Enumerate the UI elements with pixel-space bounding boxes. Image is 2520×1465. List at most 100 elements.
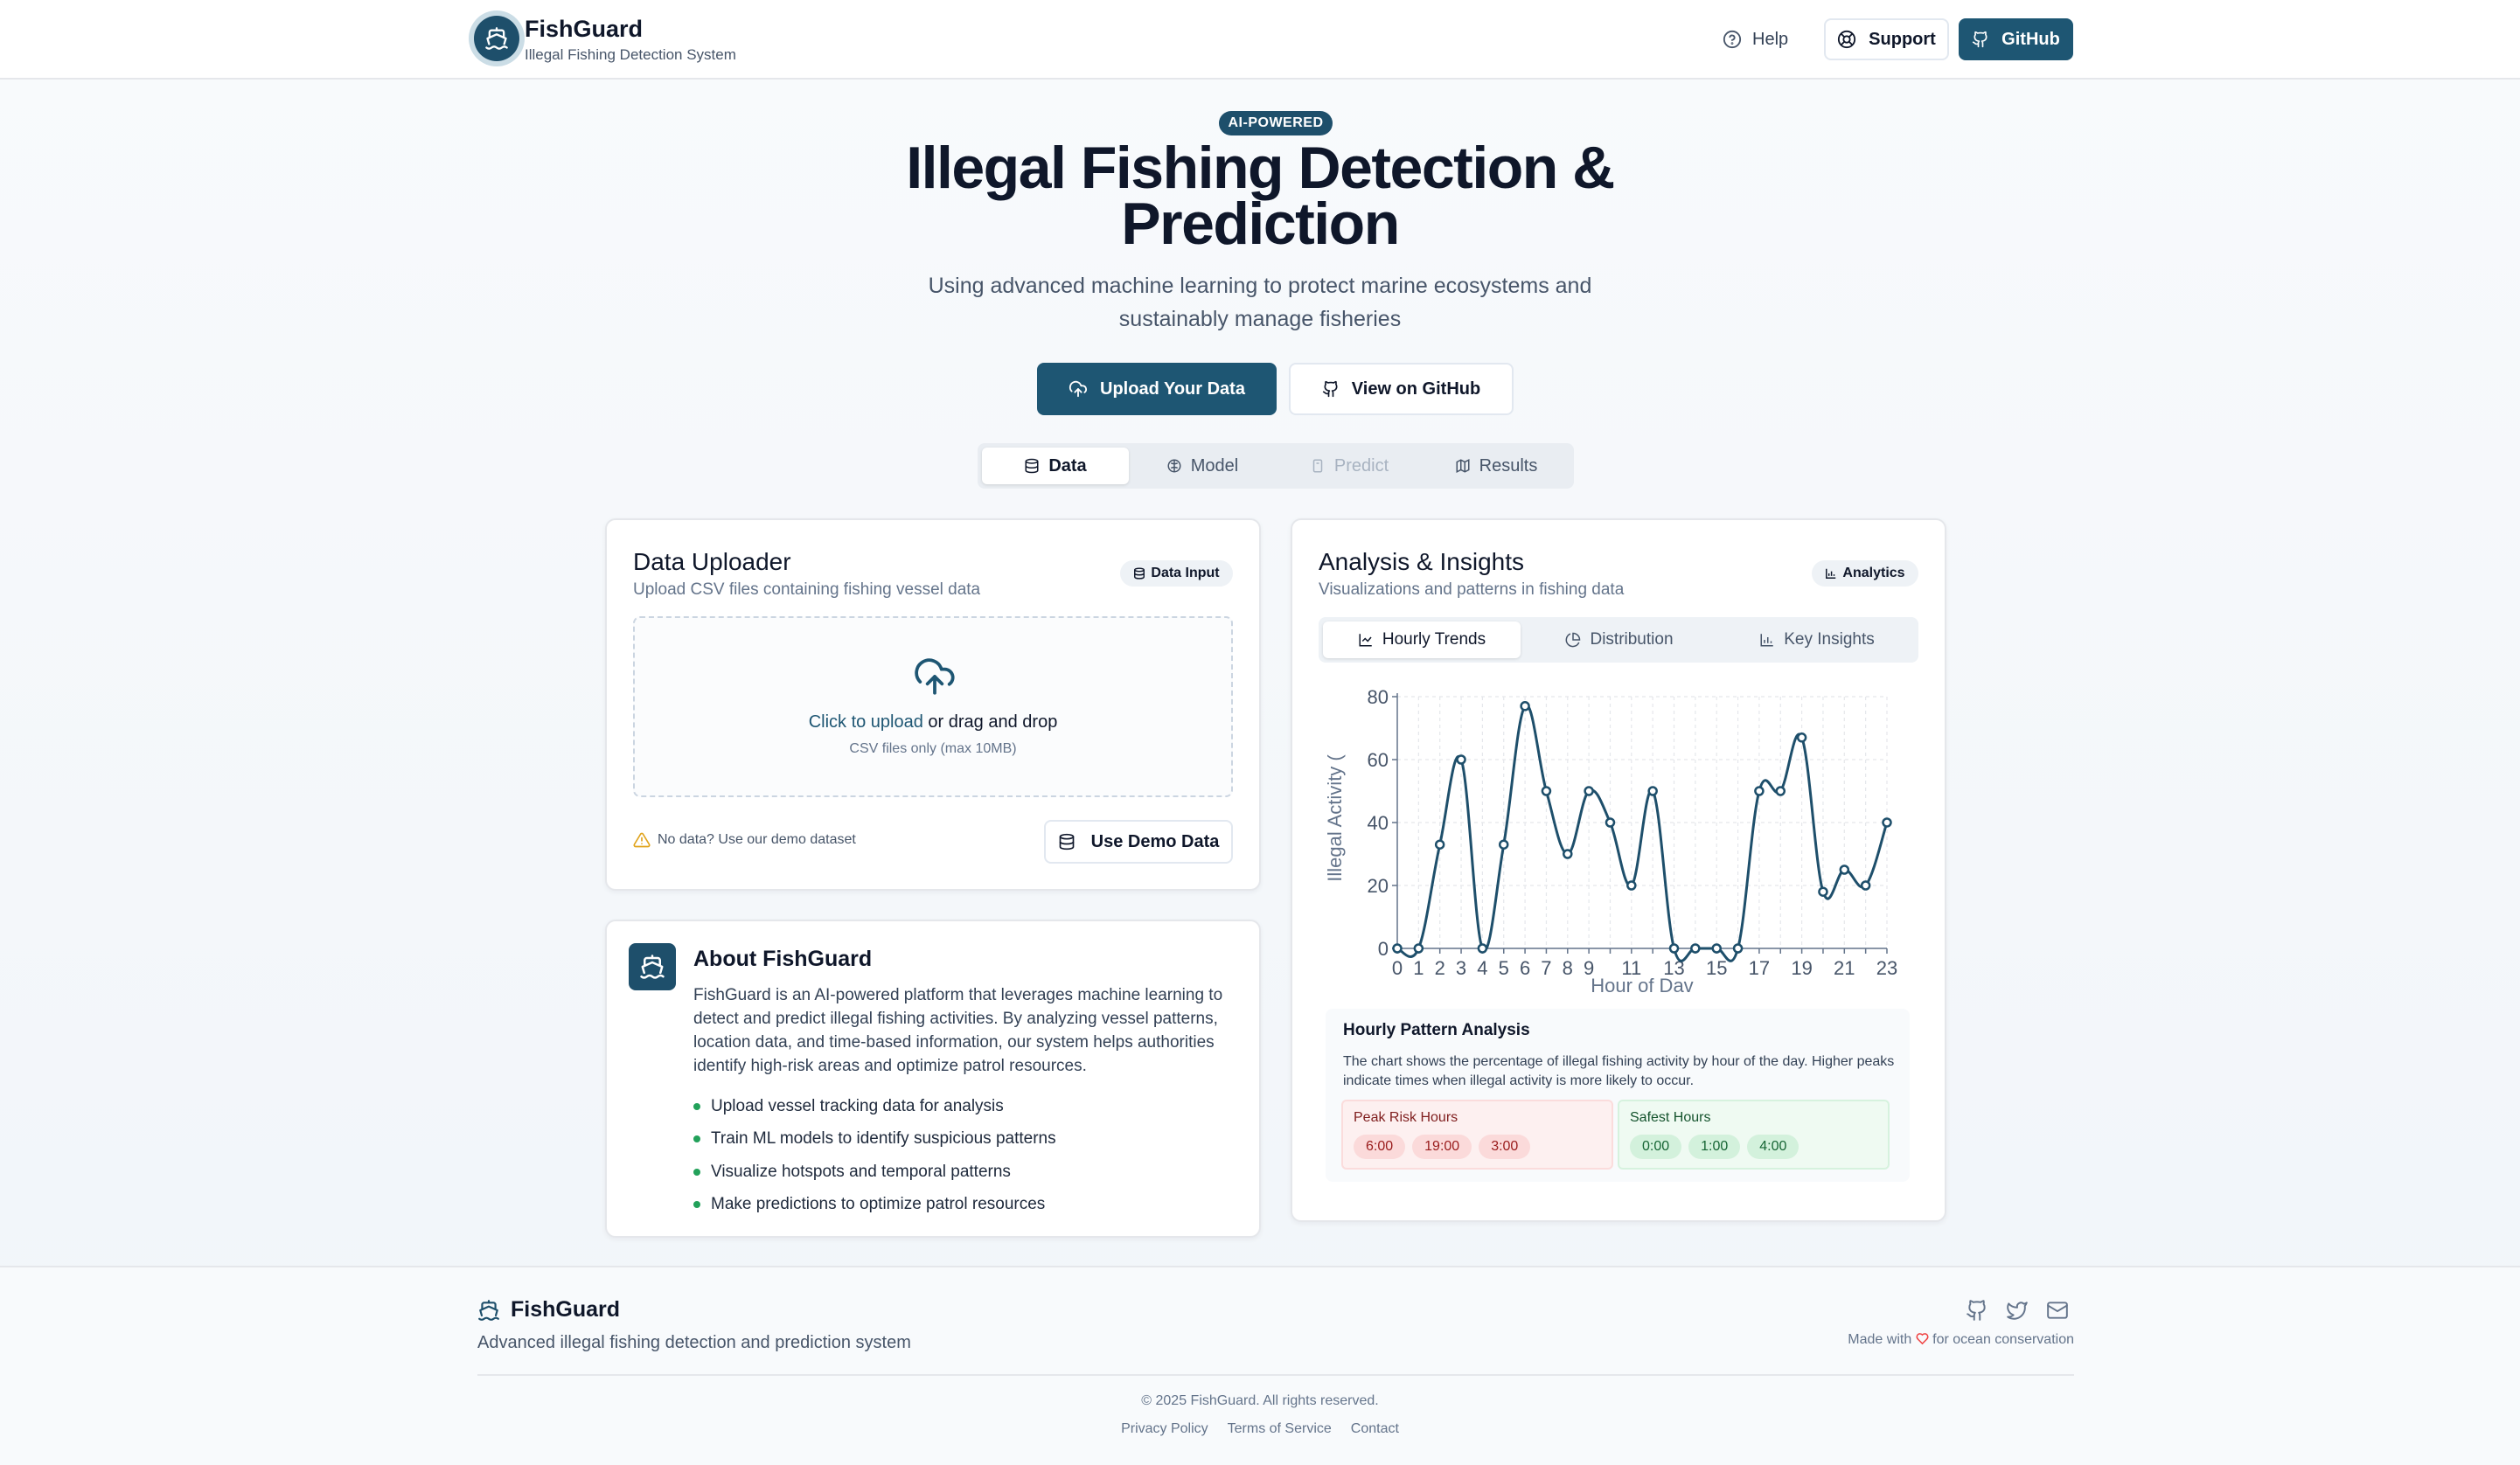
tab-key-insights[interactable]: Key Insights bbox=[1718, 621, 1916, 658]
list-item: Visualize hotspots and temporal patterns bbox=[693, 1156, 1056, 1189]
uploader-title: Data Uploader bbox=[633, 548, 791, 575]
uploader-subtitle: Upload CSV files containing fishing vess… bbox=[633, 580, 981, 599]
github-icon bbox=[1322, 380, 1338, 398]
data-point bbox=[1818, 886, 1828, 897]
tab-hourly-trends[interactable]: Hourly Trends bbox=[1323, 621, 1521, 658]
terms-of-service-link[interactable]: Terms of Service bbox=[1228, 1421, 1332, 1437]
line-chart-icon bbox=[1359, 634, 1372, 647]
list-item: Upload vessel tracking data for analysis bbox=[693, 1090, 1056, 1123]
data-point bbox=[1605, 817, 1616, 828]
footer-links: Privacy Policy Terms of Service Contact bbox=[0, 1421, 2520, 1437]
y-tick-label: 40 bbox=[1368, 812, 1389, 834]
footer-divider bbox=[477, 1374, 2074, 1376]
analysis-subtabs: Hourly Trends Distribution Key Insights bbox=[1319, 617, 1918, 663]
data-point bbox=[1477, 943, 1488, 954]
bar-chart-icon bbox=[1826, 568, 1836, 579]
data-point bbox=[1434, 839, 1445, 850]
footer-brand-name: FishGuard bbox=[511, 1297, 621, 1322]
peak-risk-label: Peak Risk Hours bbox=[1354, 1110, 1458, 1125]
data-point bbox=[1668, 943, 1680, 954]
top-header: FishGuard Illegal Fishing Detection Syst… bbox=[0, 0, 2520, 80]
peak-hour-badge: 3:00 bbox=[1479, 1135, 1531, 1159]
use-demo-data-button[interactable]: Use Demo Data bbox=[1044, 820, 1233, 864]
bullet-dot bbox=[693, 1135, 700, 1143]
analytics-chip: Analytics bbox=[1812, 560, 1918, 587]
data-point bbox=[1541, 786, 1552, 796]
y-tick-label: 0 bbox=[1378, 938, 1389, 960]
x-tick-label: 21 bbox=[1834, 957, 1855, 979]
tab-predict[interactable]: Predict bbox=[1276, 448, 1423, 484]
made-with-love: Made with for ocean conservation bbox=[1827, 1332, 2074, 1348]
upload-data-button[interactable]: Upload Your Data bbox=[1037, 363, 1277, 415]
cloud-upload-icon bbox=[915, 658, 955, 695]
heart-icon bbox=[1916, 1333, 1929, 1345]
tab-predict-label: Predict bbox=[1333, 455, 1389, 476]
upload-data-label: Upload Your Data bbox=[1100, 378, 1245, 399]
x-tick-label: 15 bbox=[1706, 957, 1727, 979]
bullet-dot bbox=[693, 1201, 700, 1209]
cloud-upload-icon bbox=[1069, 380, 1088, 398]
y-tick-label: 80 bbox=[1368, 686, 1389, 708]
data-point bbox=[1626, 880, 1637, 891]
x-tick-label: 2 bbox=[1435, 957, 1445, 979]
dropzone-instructions: Click to upload or drag and drop bbox=[635, 712, 1231, 732]
lifebuoy-icon bbox=[1838, 30, 1856, 49]
database-icon bbox=[1059, 833, 1074, 851]
database-icon bbox=[1025, 458, 1039, 474]
data-point bbox=[1839, 864, 1850, 875]
about-description: FishGuard is an AI-powered platform that… bbox=[693, 986, 1223, 1075]
x-tick-label: 6 bbox=[1520, 957, 1530, 979]
data-point bbox=[1647, 786, 1658, 796]
safe-hour-badge: 4:00 bbox=[1747, 1135, 1800, 1159]
pattern-description: The chart shows the percentage of illega… bbox=[1343, 1054, 1895, 1088]
x-tick-label: 5 bbox=[1499, 957, 1509, 979]
brand-name[interactable]: FishGuard bbox=[525, 16, 643, 43]
x-tick-label: 1 bbox=[1413, 957, 1424, 979]
x-tick-label: 3 bbox=[1456, 957, 1466, 979]
bullet-dot bbox=[693, 1102, 700, 1110]
pie-chart-icon bbox=[1566, 632, 1581, 648]
x-tick-label: 7 bbox=[1541, 957, 1551, 979]
privacy-policy-link[interactable]: Privacy Policy bbox=[1121, 1421, 1208, 1437]
tab-results[interactable]: Results bbox=[1423, 448, 1570, 484]
y-axis-label: Illegal Activity ( bbox=[1324, 754, 1346, 882]
tab-data[interactable]: Data bbox=[982, 448, 1129, 484]
footer-subtitle: Advanced illegal fishing detection and p… bbox=[477, 1333, 911, 1352]
data-point bbox=[1413, 943, 1424, 954]
main-tabs: Data Model Predict Results bbox=[978, 443, 1574, 489]
twitter-icon[interactable] bbox=[2006, 1299, 2029, 1322]
tab-distribution[interactable]: Distribution bbox=[1521, 621, 1718, 658]
data-point bbox=[1520, 701, 1530, 712]
view-github-button[interactable]: View on GitHub bbox=[1289, 363, 1514, 415]
data-point bbox=[1860, 880, 1871, 891]
contact-link[interactable]: Contact bbox=[1351, 1421, 1399, 1437]
help-button[interactable]: Help bbox=[1709, 19, 1802, 59]
data-point bbox=[1392, 943, 1403, 954]
warning-icon bbox=[633, 832, 651, 848]
about-title: About FishGuard bbox=[693, 947, 873, 971]
peak-hour-badge: 19:00 bbox=[1412, 1135, 1472, 1159]
view-github-label: View on GitHub bbox=[1351, 378, 1481, 399]
hourly-pattern-panel: Hourly Pattern Analysis The chart shows … bbox=[1326, 1009, 1910, 1182]
bullet-dot bbox=[693, 1168, 700, 1176]
series-line bbox=[1396, 704, 1889, 962]
logo-ship-icon bbox=[474, 16, 519, 61]
x-tick-label: 4 bbox=[1477, 957, 1487, 979]
pattern-title: Hourly Pattern Analysis bbox=[1343, 1021, 1530, 1039]
tab-results-label: Results bbox=[1479, 455, 1538, 476]
made-suffix: for ocean conservation bbox=[1932, 1332, 2074, 1347]
list-item: Train ML models to identify suspicious p… bbox=[693, 1123, 1056, 1156]
mail-icon[interactable] bbox=[2046, 1299, 2069, 1322]
support-button[interactable]: Support bbox=[1824, 18, 1949, 60]
analysis-title: Analysis & Insights bbox=[1319, 548, 1524, 575]
y-tick-label: 20 bbox=[1368, 875, 1389, 897]
ship-icon bbox=[478, 1299, 499, 1321]
click-to-upload-link[interactable]: Click to upload bbox=[809, 712, 923, 732]
data-input-chip: Data Input bbox=[1120, 560, 1233, 587]
x-tick-label: 19 bbox=[1791, 957, 1812, 979]
github-icon[interactable] bbox=[1966, 1299, 1988, 1322]
github-header-button[interactable]: GitHub bbox=[1959, 18, 2073, 60]
safest-hours-box: Safest Hours 0:00 1:00 4:00 bbox=[1618, 1100, 1890, 1170]
tab-model[interactable]: Model bbox=[1129, 448, 1276, 484]
file-dropzone[interactable]: Click to upload or drag and drop CSV fil… bbox=[633, 616, 1233, 797]
